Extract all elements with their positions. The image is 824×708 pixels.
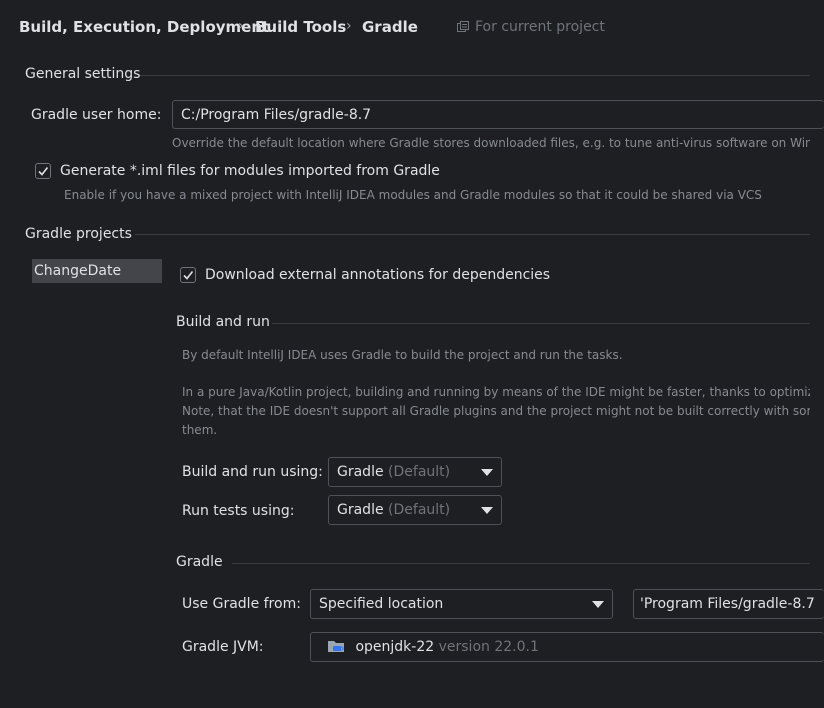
- build-run-using-dropdown[interactable]: Gradle (Default): [328, 457, 502, 487]
- general-settings-title: General settings: [25, 66, 141, 82]
- download-annotations-checkbox[interactable]: [180, 267, 196, 283]
- gradle-user-home-label: Gradle user home:: [31, 107, 162, 123]
- gradle-location-input[interactable]: 'Program Files/gradle-8.7: [633, 589, 824, 619]
- build-run-note-line3: them.: [182, 423, 218, 437]
- breadcrumb-separator: ›: [346, 18, 352, 34]
- gradle-projects-title: Gradle projects: [25, 226, 132, 242]
- project-list-item-changedate[interactable]: ChangeDate: [32, 259, 162, 283]
- gradle-jvm-label: Gradle JVM:: [182, 639, 264, 655]
- breadcrumb-separator: ›: [238, 18, 244, 34]
- scope-label: For current project: [475, 19, 605, 35]
- run-tests-using-default: (Default): [388, 502, 451, 518]
- jdk-folder-icon: [327, 636, 345, 661]
- project-scope-icon: [457, 21, 469, 33]
- section-divider: [232, 563, 810, 564]
- jvm-name: openjdk-22: [355, 639, 435, 655]
- build-run-using-default: (Default): [388, 464, 451, 480]
- build-run-note-line2: Note, that the IDE doesn't support all G…: [182, 404, 810, 418]
- chevron-down-icon: [481, 469, 493, 476]
- chevron-down-icon: [592, 601, 604, 608]
- breadcrumb-item-gradle: Gradle: [362, 18, 418, 36]
- chevron-down-icon: [481, 507, 493, 514]
- run-tests-using-label: Run tests using:: [182, 503, 295, 519]
- gradle-user-home-hint: Override the default location where Grad…: [172, 136, 810, 150]
- run-tests-using-value: Gradle: [337, 502, 384, 518]
- check-icon: [183, 271, 194, 280]
- breadcrumb-item-build-execution-deployment[interactable]: Build, Execution, Deployment: [19, 18, 269, 36]
- gradle-jvm-dropdown[interactable]: openjdk-22 version 22.0.1: [310, 632, 824, 662]
- breadcrumb-item-build-tools[interactable]: Build Tools: [255, 18, 346, 36]
- section-divider: [140, 75, 810, 76]
- run-tests-using-dropdown[interactable]: Gradle (Default): [328, 495, 502, 525]
- generate-iml-checkbox[interactable]: [35, 163, 51, 179]
- build-run-using-value: Gradle: [337, 464, 384, 480]
- section-divider: [135, 234, 810, 235]
- build-run-description: By default IntelliJ IDEA uses Gradle to …: [182, 348, 623, 362]
- use-gradle-from-label: Use Gradle from:: [182, 596, 301, 612]
- check-icon: [38, 167, 49, 176]
- jvm-version: version 22.0.1: [438, 639, 539, 655]
- use-gradle-from-value: Specified location: [319, 596, 444, 612]
- build-run-note-line1: In a pure Java/Kotlin project, building …: [182, 385, 810, 399]
- use-gradle-from-dropdown[interactable]: Specified location: [310, 589, 613, 619]
- generate-iml-label[interactable]: Generate *.iml files for modules importe…: [60, 163, 440, 179]
- gradle-user-home-input[interactable]: C:/Program Files/gradle-8.7: [172, 100, 824, 129]
- section-divider: [272, 323, 810, 324]
- generate-iml-hint: Enable if you have a mixed project with …: [64, 188, 762, 202]
- download-annotations-label[interactable]: Download external annotations for depend…: [205, 267, 550, 283]
- build-and-run-title: Build and run: [176, 314, 270, 330]
- build-run-using-label: Build and run using:: [182, 464, 323, 480]
- gradle-section-title: Gradle: [176, 554, 223, 570]
